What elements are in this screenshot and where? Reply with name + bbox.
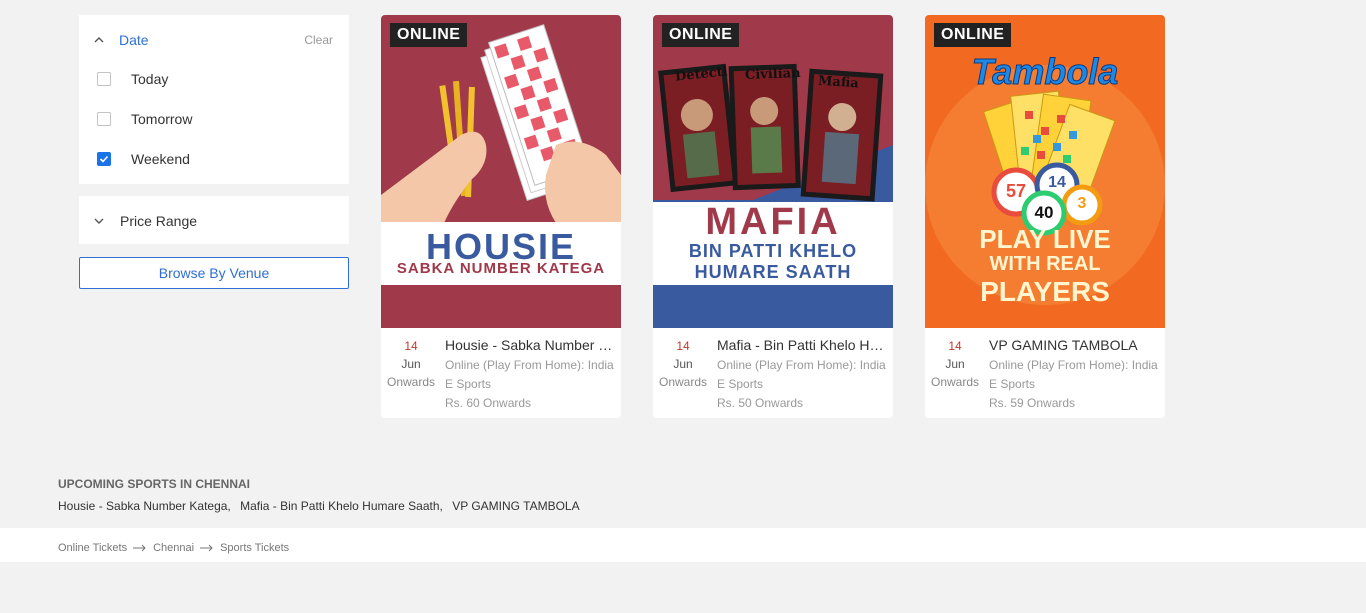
upcoming-link[interactable]: VP GAMING TAMBOLA: [452, 499, 579, 513]
date-filter-title[interactable]: Date: [119, 32, 304, 48]
arrow-right-icon: [133, 544, 146, 552]
price-filter-title: Price Range: [120, 213, 198, 229]
event-onwards: Onwards: [658, 375, 708, 389]
event-venue: Online (Play From Home): India: [445, 358, 614, 372]
poster-subtitle-2: HUMARE SAATH: [694, 262, 852, 282]
event-poster-housie[interactable]: ONLINE HOUSIE SABKA NUMBER KATEGA: [381, 15, 621, 328]
upcoming-link[interactable]: Housie - Sabka Number Katega,: [58, 499, 231, 513]
event-onwards: Onwards: [930, 375, 980, 389]
upcoming-link[interactable]: Mafia - Bin Patti Khelo Humare Saath,: [240, 499, 443, 513]
event-info: 14 Jun Onwards Mafia - Bin Patti Khelo H…: [653, 328, 893, 418]
event-poster-mafia[interactable]: ONLINE Detecti Civilian Mafia MAFIA BIN …: [653, 15, 893, 328]
poster-title: MAFIA: [705, 201, 841, 243]
event-day: 14: [948, 339, 962, 353]
event-info: 14 Jun Onwards Housie - Sabka Number Kat…: [381, 328, 621, 418]
arrow-right-icon: [200, 544, 213, 552]
event-venue: Online (Play From Home): India: [717, 358, 886, 372]
event-onwards: Onwards: [386, 375, 436, 389]
chevron-up-icon: [94, 37, 104, 43]
event-title[interactable]: VP GAMING TAMBOLA: [989, 336, 1159, 354]
event-month: Jun: [401, 357, 421, 371]
upcoming-heading: UPCOMING SPORTS IN CHENNAI: [58, 477, 251, 491]
housie-illustration: [381, 24, 621, 328]
event-category: E Sports: [445, 377, 492, 391]
event-info: 14 Jun Onwards VP GAMING TAMBOLA Online …: [925, 328, 1165, 418]
filter-option-weekend[interactable]: Weekend: [97, 150, 190, 168]
poster-line-2b: PLAYERS: [980, 276, 1110, 307]
price-filter-header[interactable]: Price Range: [93, 212, 197, 230]
filter-option-today[interactable]: Today: [97, 70, 168, 88]
event-date: 14 Jun Onwards: [653, 337, 713, 391]
clear-date-filter-link[interactable]: Clear: [304, 33, 333, 47]
price-filter-panel[interactable]: Price Range: [79, 196, 349, 244]
breadcrumb-item[interactable]: Online Tickets: [58, 542, 127, 554]
event-day: 14: [404, 339, 418, 353]
ball-number: 57: [1005, 181, 1027, 201]
poster-subtitle-1: BIN PATTI KHELO: [688, 241, 858, 261]
poster-subtitle: SABKA NUMBER KATEGA: [396, 260, 606, 277]
poster-line-2a: WITH REAL: [989, 253, 1101, 275]
ball-number: 3: [1077, 195, 1087, 212]
online-badge: ONLINE: [390, 23, 468, 47]
event-poster-tambola[interactable]: ONLINE Tambola 57 14 40 3 PLAY LIVE WITH…: [925, 15, 1165, 328]
weekend-label: Weekend: [131, 151, 190, 167]
card-label-mafia: Mafia: [817, 73, 860, 92]
today-label: Today: [131, 71, 169, 87]
event-card-mafia[interactable]: ONLINE Detecti Civilian Mafia MAFIA BIN …: [653, 15, 893, 418]
breadcrumb: Online Tickets Chennai Sports Tickets: [58, 542, 289, 554]
event-title[interactable]: Housie - Sabka Number Katega: [445, 336, 615, 354]
event-card-tambola[interactable]: ONLINE Tambola 57 14 40 3 PLAY LIVE WITH…: [925, 15, 1165, 418]
event-price: Rs. 59 Onwards: [989, 396, 1076, 410]
event-date: 14 Jun Onwards: [381, 337, 441, 391]
checkmark-icon: [99, 155, 109, 163]
card-label-civilian: Civilian: [744, 66, 801, 83]
event-venue: Online (Play From Home): India: [989, 358, 1158, 372]
date-filter-panel: Date Clear Today Tomorrow Weekend: [79, 15, 349, 184]
event-month: Jun: [673, 357, 693, 371]
poster-title: Tambola: [971, 51, 1119, 93]
event-category: E Sports: [989, 377, 1036, 391]
event-price: Rs. 50 Onwards: [717, 396, 804, 410]
breadcrumb-item[interactable]: Sports Tickets: [220, 542, 289, 554]
upcoming-sports-section: UPCOMING SPORTS IN CHENNAI Housie - Sabk…: [58, 477, 586, 513]
browse-by-venue-button[interactable]: Browse By Venue: [79, 257, 349, 289]
upcoming-links: Housie - Sabka Number Katega, Mafia - Bi…: [58, 499, 586, 513]
breadcrumb-item[interactable]: Chennai: [153, 542, 194, 554]
poster-line-2: WITH REAL PLAYERS: [925, 253, 1165, 308]
tomorrow-checkbox[interactable]: [97, 112, 111, 126]
event-day: 14: [676, 339, 690, 353]
today-checkbox[interactable]: [97, 72, 111, 86]
event-card-housie[interactable]: ONLINE HOUSIE SABKA NUMBER KATEGA 14 Jun…: [381, 15, 621, 418]
event-category: E Sports: [717, 377, 764, 391]
ball-number: 40: [1034, 203, 1054, 222]
filter-option-tomorrow[interactable]: Tomorrow: [97, 110, 192, 128]
event-price: Rs. 60 Onwards: [445, 396, 532, 410]
ball-number: 14: [1048, 174, 1066, 191]
date-filter-header[interactable]: Date Clear: [93, 31, 333, 49]
tomorrow-label: Tomorrow: [131, 111, 193, 127]
chevron-down-icon: [94, 218, 104, 224]
poster-line-1: PLAY LIVE: [979, 224, 1111, 254]
online-badge: ONLINE: [934, 23, 1012, 47]
online-badge: ONLINE: [662, 23, 740, 47]
event-title[interactable]: Mafia - Bin Patti Khelo Humare Saath: [717, 336, 887, 354]
event-month: Jun: [945, 357, 965, 371]
event-date: 14 Jun Onwards: [925, 337, 985, 391]
weekend-checkbox[interactable]: [97, 152, 111, 166]
breadcrumb-bar: Online Tickets Chennai Sports Tickets: [0, 528, 1366, 562]
